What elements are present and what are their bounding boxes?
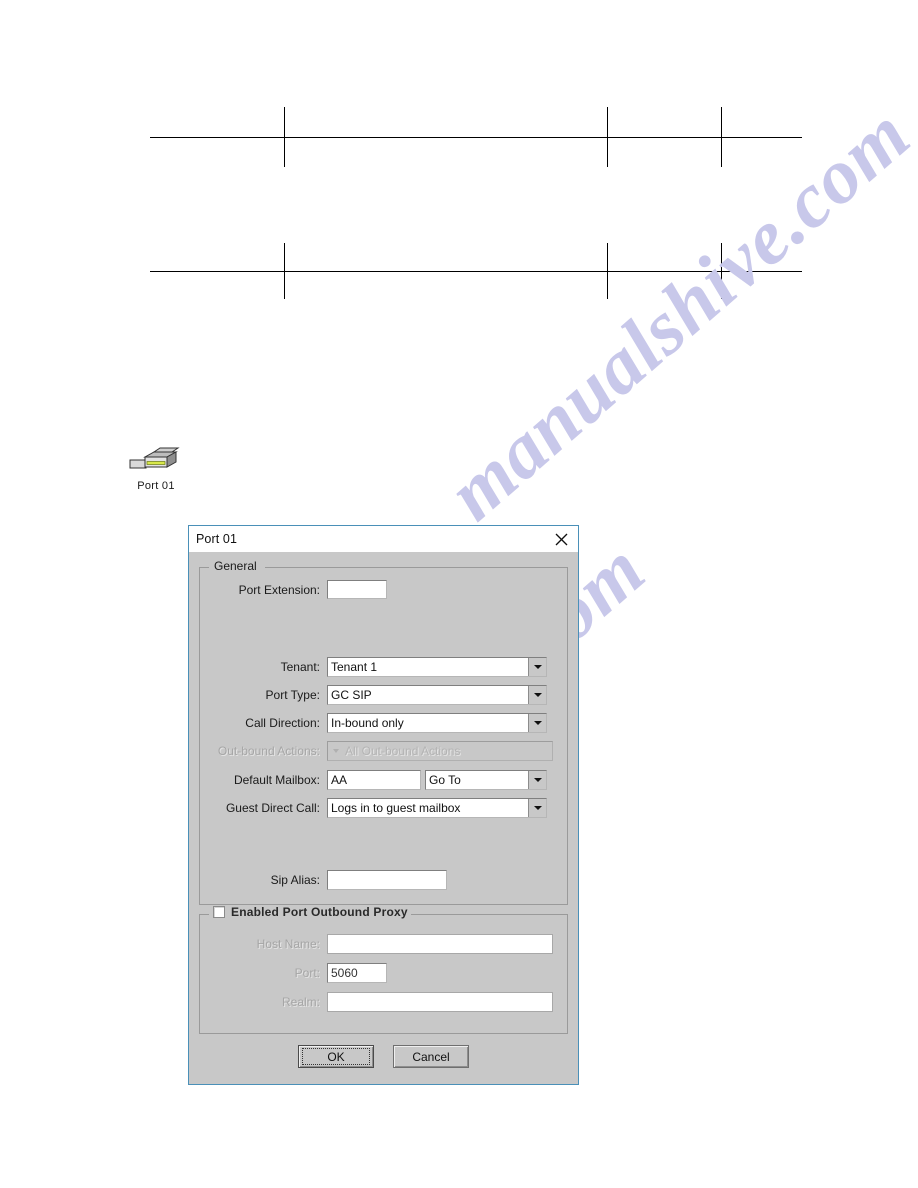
guest-direct-call-select[interactable]: Logs in to guest mailbox <box>327 798 547 818</box>
dialog-titlebar[interactable]: Port 01 <box>189 526 578 552</box>
port-label: Port: <box>294 966 320 980</box>
realm-input <box>327 992 553 1012</box>
table-column-divider <box>284 243 285 299</box>
row-sip-alias: Sip Alias: <box>200 870 558 890</box>
ok-button-label: OK <box>302 1048 370 1065</box>
port-input: 5060 <box>327 963 387 983</box>
row-call-direction: Call Direction: In-bound only <box>200 713 558 733</box>
dialog-body: General Port Extension: Tenant: Tenant 1… <box>189 552 578 1084</box>
table-column-divider <box>607 107 608 167</box>
general-legend: General <box>210 559 261 573</box>
realm-label: Realm: <box>281 995 320 1009</box>
tenant-value: Tenant 1 <box>331 660 378 674</box>
dialog-button-row: OK Cancel <box>189 1045 578 1068</box>
sip-alias-label: Sip Alias: <box>270 873 320 887</box>
chevron-down-icon[interactable] <box>528 799 546 817</box>
port-extension-input[interactable] <box>327 580 387 599</box>
row-guest-direct-call: Guest Direct Call: Logs in to guest mail… <box>200 798 558 818</box>
table-horizontal-rule <box>150 271 802 272</box>
port-settings-dialog: Port 01 General Port Extension: Tenant: <box>188 525 579 1085</box>
row-port: Port: 5060 <box>200 963 558 983</box>
default-mailbox-action-value: Go To <box>429 773 461 787</box>
general-groupbox: General Port Extension: Tenant: Tenant 1… <box>199 559 568 905</box>
outbound-proxy-groupbox: Enabled Port Outbound Proxy Host Name: P… <box>199 905 568 1034</box>
outbound-actions-value: All Out-bound Actions <box>345 744 461 758</box>
row-tenant: Tenant: Tenant 1 <box>200 657 558 677</box>
default-mailbox-action-select[interactable]: Go To <box>425 770 547 790</box>
table-fragment-top <box>150 100 802 170</box>
outbound-actions-label: Out-bound Actions: <box>217 744 320 758</box>
checkbox-box[interactable] <box>213 906 225 918</box>
port-extension-label: Port Extension: <box>238 582 320 597</box>
call-direction-label: Call Direction: <box>245 716 320 730</box>
port-type-label: Port Type: <box>265 688 320 702</box>
port-connector-icon <box>128 447 184 477</box>
row-realm: Realm: <box>200 992 558 1012</box>
row-default-mailbox: Default Mailbox: AA Go To <box>200 770 558 790</box>
default-mailbox-label: Default Mailbox: <box>233 773 320 787</box>
table-column-divider <box>721 243 722 299</box>
chevron-down-icon[interactable] <box>528 658 546 676</box>
row-outbound-actions: Out-bound Actions: All Out-bound Actions <box>200 741 558 761</box>
table-fragment-bottom <box>150 238 802 299</box>
table-column-divider <box>607 243 608 299</box>
close-icon[interactable] <box>544 527 578 552</box>
chevron-down-icon[interactable] <box>528 771 546 789</box>
guest-direct-call-label: Guest Direct Call: <box>225 801 320 815</box>
dialog-title: Port 01 <box>196 532 238 546</box>
tenant-label: Tenant: <box>280 660 320 674</box>
chevron-down-icon <box>328 742 344 760</box>
call-direction-value: In-bound only <box>331 716 404 730</box>
cancel-button[interactable]: Cancel <box>393 1045 469 1068</box>
port-type-value: GC SIP <box>331 688 372 702</box>
host-name-label: Host Name: <box>256 937 320 951</box>
chevron-down-icon[interactable] <box>528 686 546 704</box>
row-host-name: Host Name: <box>200 934 558 954</box>
desktop-icon-label: Port 01 <box>137 480 175 492</box>
outbound-actions-select: All Out-bound Actions <box>327 741 553 761</box>
ok-button[interactable]: OK <box>298 1045 374 1068</box>
chevron-down-icon[interactable] <box>528 714 546 732</box>
enabled-port-outbound-proxy-checkbox[interactable]: Enabled Port Outbound Proxy <box>210 905 411 919</box>
row-port-extension: Port Extension: <box>200 580 558 599</box>
table-horizontal-rule <box>150 137 802 138</box>
outbound-proxy-legend: Enabled Port Outbound Proxy <box>231 905 408 919</box>
row-port-type: Port Type: GC SIP <box>200 685 558 705</box>
table-column-divider <box>284 107 285 167</box>
host-name-input <box>327 934 553 954</box>
tenant-select[interactable]: Tenant 1 <box>327 657 547 677</box>
sip-alias-input[interactable] <box>327 870 447 890</box>
desktop-icon-port-01[interactable]: Port 01 <box>128 447 184 492</box>
guest-direct-call-value: Logs in to guest mailbox <box>331 801 461 815</box>
port-type-select[interactable]: GC SIP <box>327 685 547 705</box>
default-mailbox-input[interactable]: AA <box>327 770 421 790</box>
call-direction-select[interactable]: In-bound only <box>327 713 547 733</box>
table-column-divider <box>721 107 722 167</box>
